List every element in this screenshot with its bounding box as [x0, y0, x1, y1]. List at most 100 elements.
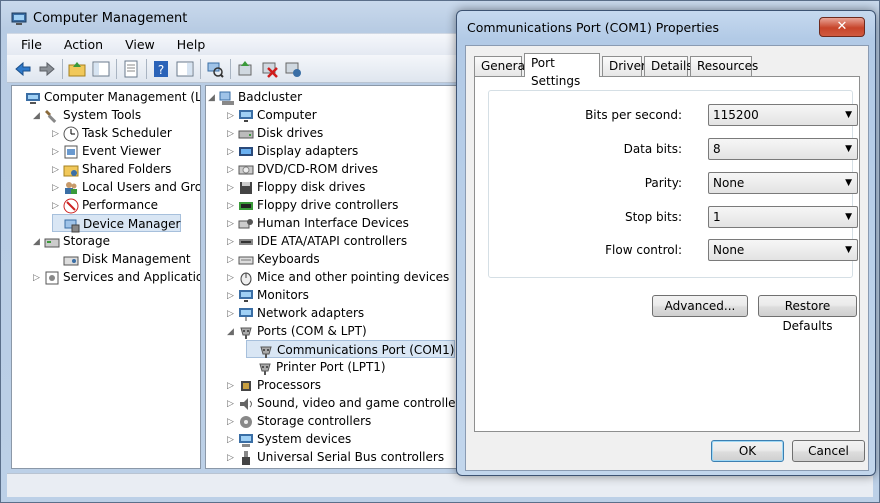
back-arrow-icon[interactable] — [13, 59, 33, 79]
expand-arrow-icon[interactable]: ▷ — [227, 233, 237, 251]
parity-select[interactable]: None ▼ — [708, 172, 858, 194]
menu-view[interactable]: View — [111, 34, 163, 52]
device-tree-row[interactable]: ▷ Storage controllers — [227, 412, 371, 430]
device-tree-row[interactable]: ▷ DVD/CD-ROM drives — [227, 160, 378, 178]
device-tree-row[interactable]: ▷ Universal Serial Bus controllers — [227, 448, 444, 466]
expand-arrow-icon[interactable]: ▷ — [52, 179, 62, 197]
device-tree-row[interactable]: Printer Port (LPT1) — [246, 358, 386, 376]
expand-arrow-icon[interactable]: ▷ — [227, 107, 237, 125]
expand-arrow-icon[interactable]: ▷ — [52, 197, 62, 215]
tab-general[interactable]: General — [474, 56, 528, 76]
console-tree-row[interactable]: ▷ Task Scheduler — [52, 124, 172, 142]
menu-file[interactable]: File — [7, 34, 50, 52]
port-icon — [259, 363, 271, 375]
uninstall-device-icon[interactable] — [283, 59, 303, 79]
device-tree-row[interactable]: ▷ Keyboards — [227, 250, 320, 268]
data-bits-select[interactable]: 8 ▼ — [708, 138, 858, 160]
expand-arrow-icon[interactable]: ▷ — [227, 395, 237, 413]
console-tree-row[interactable]: ▷ Shared Folders — [52, 160, 171, 178]
device-tree-row[interactable]: ▷ Floppy drive controllers — [227, 196, 398, 214]
expand-arrow-icon[interactable]: ▷ — [227, 197, 237, 215]
help-icon[interactable]: ? — [151, 59, 171, 79]
device-tree-row[interactable]: ▷ Sound, video and game controllers — [227, 394, 460, 413]
expand-arrow-icon[interactable]: ▷ — [227, 143, 237, 161]
device-tree-row[interactable]: ◢ Ports (COM & LPT) — [227, 322, 367, 340]
expand-arrow-icon[interactable]: ▷ — [52, 125, 62, 143]
device-tree-row[interactable]: ▷ IDE ATA/ATAPI controllers — [227, 232, 407, 250]
console-tree-row[interactable]: ▷ Local Users and Groups — [52, 178, 200, 197]
expand-arrow-icon[interactable]: ▷ — [227, 305, 237, 323]
device-tree-row[interactable]: ▷ Human Interface Devices — [227, 214, 409, 232]
menu-action[interactable]: Action — [50, 34, 111, 52]
stop-bits-select[interactable]: 1 ▼ — [708, 206, 858, 228]
device-tree-row[interactable]: ▷ Mice and other pointing devices — [227, 268, 449, 286]
expand-arrow-icon[interactable]: ▷ — [227, 161, 237, 179]
collapse-arrow-icon[interactable]: ◢ — [33, 107, 43, 125]
console-tree-row[interactable]: Computer Management (Local — [14, 88, 201, 106]
console-tree-row[interactable]: Device Manager — [52, 214, 182, 232]
advanced-button[interactable]: Advanced... — [652, 295, 748, 317]
expand-arrow-icon[interactable]: ▷ — [227, 287, 237, 305]
expand-arrow-icon[interactable]: ▷ — [227, 377, 237, 395]
tab-details[interactable]: Details — [644, 56, 693, 76]
device-tree-label: Badcluster — [238, 90, 303, 104]
restore-defaults-button[interactable]: Restore Defaults — [758, 295, 857, 333]
tab-resources[interactable]: Resources — [690, 56, 758, 76]
expand-arrow-icon[interactable]: ▷ — [52, 161, 62, 179]
console-tree-row[interactable]: ▷ Services and Applications — [33, 268, 200, 287]
device-tree-row[interactable]: ▷ Disk drives — [227, 124, 323, 142]
device-tree-row[interactable]: ▷ Computer — [227, 106, 317, 124]
console-tree-row[interactable]: ▷ Event Viewer — [52, 142, 161, 160]
expand-arrow-icon[interactable]: ▷ — [227, 413, 237, 431]
device-tree-label: Network adapters — [257, 306, 365, 320]
expand-arrow-icon[interactable]: ▷ — [52, 143, 62, 161]
device-tree-row[interactable]: ▷ Network adapters — [227, 304, 364, 322]
console-tree-label: Computer Management (Local — [44, 90, 201, 104]
device-tree-row[interactable]: ▷ Monitors — [227, 286, 309, 304]
console-tree-row[interactable]: ◢ System Tools — [33, 106, 141, 124]
expand-arrow-icon[interactable]: ▷ — [227, 215, 237, 233]
close-button[interactable]: ✕ — [819, 17, 865, 37]
device-tree-row[interactable]: Communications Port (COM1) — [246, 340, 456, 358]
show-hide-tree-icon[interactable] — [91, 59, 111, 79]
scan-hardware-icon[interactable] — [205, 59, 225, 79]
tab-port-settings[interactable]: Port Settings — [524, 53, 600, 88]
expand-arrow-icon[interactable]: ▷ — [227, 431, 237, 449]
forward-arrow-icon[interactable] — [37, 59, 57, 79]
device-tree-row[interactable]: ▷ Processors — [227, 376, 321, 394]
console-tree-row[interactable]: ◢ Storage — [33, 232, 110, 250]
console-tree-row[interactable]: Disk Management — [52, 250, 191, 268]
expand-arrow-icon[interactable]: ▷ — [227, 179, 237, 197]
network-icon — [239, 307, 253, 321]
expand-arrow-icon[interactable]: ▷ — [227, 269, 237, 287]
expand-arrow-icon[interactable]: ▷ — [33, 269, 43, 287]
properties-sheet-icon[interactable] — [121, 59, 141, 79]
device-tree-row[interactable]: ▷ Display adapters — [227, 142, 358, 160]
console-tree-row[interactable]: ▷ Performance — [52, 196, 158, 214]
cancel-button[interactable]: Cancel — [792, 440, 865, 462]
computer-management-icon — [11, 12, 27, 25]
dvd-icon — [238, 165, 254, 174]
tab-driver[interactable]: Driver — [602, 56, 646, 76]
collapse-arrow-icon[interactable]: ◢ — [208, 89, 218, 107]
device-tree-row[interactable]: ◢ Badcluster — [208, 88, 302, 106]
show-action-pane-icon[interactable] — [175, 59, 195, 79]
expand-arrow-icon[interactable]: ▷ — [227, 251, 237, 269]
device-tree-row[interactable]: ▷ Floppy disk drives — [227, 178, 365, 196]
expand-arrow-icon[interactable]: ▷ — [227, 125, 237, 143]
console-tree-label: Device Manager — [83, 217, 181, 231]
port-settings-page: Bits per second: 115200 ▼ Data bits: 8 ▼ P… — [474, 76, 860, 432]
collapse-arrow-icon[interactable]: ◢ — [33, 233, 43, 251]
console-tree-label: Task Scheduler — [82, 126, 172, 140]
device-tree-row[interactable]: ▷ System devices — [227, 430, 351, 448]
bits-per-second-select[interactable]: 115200 ▼ — [708, 104, 858, 126]
flow-control-select[interactable]: None ▼ — [708, 239, 858, 261]
collapse-arrow-icon[interactable]: ◢ — [227, 323, 237, 341]
menu-help[interactable]: Help — [163, 34, 214, 52]
disable-device-icon[interactable] — [259, 59, 279, 79]
up-folder-icon[interactable] — [67, 59, 87, 79]
update-driver-icon[interactable] — [235, 59, 255, 79]
ok-button[interactable]: OK — [711, 440, 784, 462]
expand-arrow-icon[interactable]: ▷ — [227, 449, 237, 467]
device-tree-label: Storage controllers — [257, 414, 372, 428]
